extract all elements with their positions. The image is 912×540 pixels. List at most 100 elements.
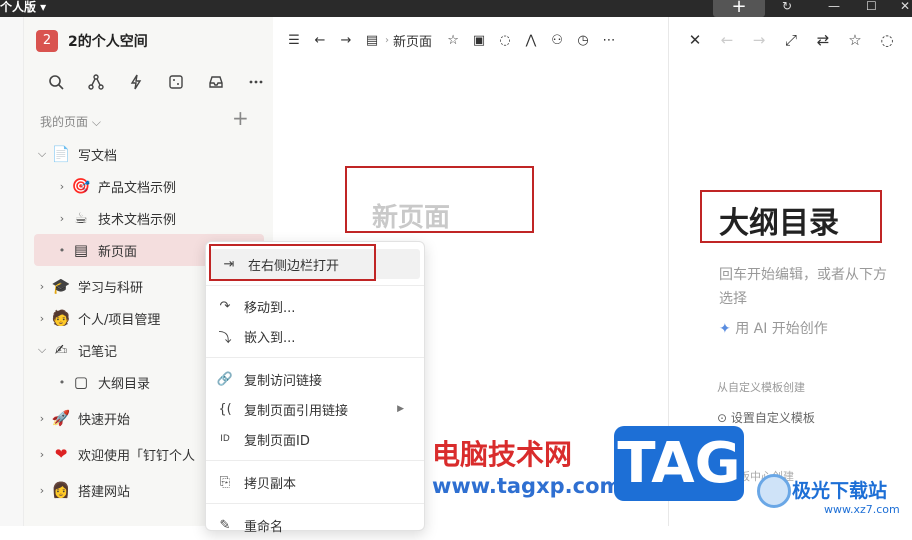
new-tab-button[interactable]: + xyxy=(713,0,765,17)
workspace-header[interactable]: 2 2的个人空间 xyxy=(36,30,148,52)
bullet-icon: • xyxy=(58,243,66,257)
doc-icon: 📄 xyxy=(51,145,71,163)
minimize-icon[interactable]: — xyxy=(828,0,840,13)
sparkle-icon: ✦ xyxy=(719,321,731,337)
forward-icon[interactable]: → xyxy=(743,31,775,49)
close-icon[interactable]: ✕ xyxy=(679,31,711,49)
rocket-icon: 🚀 xyxy=(51,409,71,427)
back-icon[interactable]: ← xyxy=(307,33,333,48)
page-icon: ▤ xyxy=(73,241,89,259)
edit-hint: 回车开始编辑，或者从下方选择 xyxy=(719,267,887,307)
expand-icon[interactable]: › xyxy=(34,412,50,425)
menu-move-to[interactable]: ↷ 移动到... xyxy=(206,291,424,321)
ai-create-link[interactable]: ✦ 用 AI 开始创作 xyxy=(719,318,828,338)
add-page-button[interactable]: + xyxy=(232,106,249,130)
menu-item-label: 重命名 xyxy=(244,519,284,535)
comment-icon[interactable]: ◌ xyxy=(492,33,518,48)
version-selector[interactable]: 个人版 ▾ xyxy=(0,0,46,15)
present-icon[interactable]: ▣ xyxy=(466,33,492,48)
link-icon: 🔗 xyxy=(216,371,234,387)
expand-icon[interactable]: › xyxy=(34,280,50,293)
tree-item-label: 搭建网站 xyxy=(78,484,131,500)
template-heading: 从自定义模板创建 xyxy=(717,381,805,394)
sidebar-toolbar xyxy=(36,72,276,92)
expand-icon[interactable]: › xyxy=(54,212,70,225)
reference-icon: {( xyxy=(218,401,232,417)
star-icon[interactable]: ☆ xyxy=(839,31,871,49)
menu-divider xyxy=(206,460,424,461)
id-icon: ID xyxy=(220,434,230,444)
copy-icon: ⎘ xyxy=(219,474,231,490)
menu-item-label: 复制页面引用链接 xyxy=(244,403,349,419)
heart-icon: ❤ xyxy=(54,445,68,463)
inbox-icon[interactable] xyxy=(196,72,236,92)
expand-icon[interactable]: › xyxy=(34,312,50,325)
target-icon: 🎯 xyxy=(71,177,91,195)
forward-icon[interactable]: → xyxy=(333,33,359,48)
swap-icon[interactable]: ⇄ xyxy=(807,31,839,49)
expand-icon[interactable]: › xyxy=(34,448,50,461)
more-icon[interactable] xyxy=(236,72,276,92)
menu-copy-link[interactable]: 🔗 复制访问链接 xyxy=(206,364,424,394)
workspace-badge: 2 xyxy=(36,30,58,52)
title-bar: 个人版 ▾ + ↻ — ☐ ✕ xyxy=(0,0,912,17)
back-icon[interactable]: ← xyxy=(711,31,743,49)
tree-item-label: 新页面 xyxy=(98,244,138,260)
menu-embed-to[interactable]: ⤵ 嵌入到... xyxy=(206,321,424,351)
menu-divider xyxy=(206,357,424,358)
grid-icon[interactable] xyxy=(156,72,196,92)
context-menu: ⇥ 在右侧边栏打开 ↷ 移动到... ⤵ 嵌入到... 🔗 复制访问链接 {(复制页面引… xyxy=(205,241,425,535)
menu-copy-page-id[interactable]: ID 复制页面ID xyxy=(206,424,424,454)
highlight-box xyxy=(700,190,882,243)
flash-icon[interactable] xyxy=(116,72,156,92)
star-icon[interactable]: ☆ xyxy=(440,33,466,48)
edit-icon: ✎ xyxy=(219,517,231,533)
close-window-icon[interactable]: ✕ xyxy=(900,0,910,13)
tree-item-label: 记笔记 xyxy=(78,344,118,360)
woman-icon: 👩 xyxy=(51,481,71,499)
menu-copy-ref-link[interactable]: {( 复制页面引用链接 ▶ xyxy=(206,394,424,424)
main-toolbar: ☰ ← → ▤ › 新页面 ☆ ▣ ◌ ⋀ ⚇ ◷ ⋯ xyxy=(281,31,622,50)
submenu-arrow-icon: ▶ xyxy=(397,404,404,414)
expand-icon[interactable]: › xyxy=(54,180,70,193)
watermark-brand-url: www.xz7.com xyxy=(824,503,900,516)
menu-icon[interactable]: ☰ xyxy=(281,33,307,48)
history-icon[interactable]: ◷ xyxy=(570,33,596,48)
tree-item-label: 快速开始 xyxy=(78,412,131,428)
brand-logo-icon xyxy=(757,474,791,508)
watermark-brand: 极光下载站 xyxy=(792,480,888,502)
more-icon[interactable]: ⋯ xyxy=(596,33,622,48)
expand-icon[interactable]: ⤢ xyxy=(775,31,807,49)
expand-icon[interactable]: ⌵ xyxy=(34,343,50,357)
search-icon[interactable] xyxy=(36,72,76,92)
breadcrumb-separator-icon: › xyxy=(385,35,389,46)
menu-item-label: 拷贝副本 xyxy=(244,476,297,492)
sync-icon[interactable]: ↻ xyxy=(782,0,792,13)
menu-rename[interactable]: ✎ 重命名 xyxy=(206,510,424,540)
highlight-box xyxy=(209,244,376,281)
tree-item-product-docs[interactable]: › 🎯 产品文档示例 xyxy=(34,170,264,202)
comment-icon[interactable]: ◌ xyxy=(871,31,903,49)
tree-item-tech-docs[interactable]: › ☕ 技术文档示例 xyxy=(34,202,264,234)
my-pages-header[interactable]: 我的页面 ⌵ xyxy=(40,113,101,130)
tree-item-label: 欢迎使用「钉钉个人 xyxy=(78,448,196,464)
tree-item-label: 个人/项目管理 xyxy=(78,312,161,328)
bullet-icon: • xyxy=(58,375,66,389)
expand-icon[interactable]: ⌵ xyxy=(34,147,50,161)
workspace-name: 2的个人空间 xyxy=(68,34,148,50)
expand-icon[interactable]: › xyxy=(34,484,50,497)
menu-item-label: 移动到... xyxy=(244,300,296,316)
share-user-icon[interactable]: ⚇ xyxy=(544,33,570,48)
menu-item-label: 嵌入到... xyxy=(244,330,296,346)
left-strip xyxy=(0,17,24,526)
maximize-icon[interactable]: ☐ xyxy=(866,0,877,13)
menu-duplicate[interactable]: ⎘ 拷贝副本 xyxy=(206,467,424,497)
writing-hand-icon: ✍ xyxy=(54,341,68,359)
set-template-link[interactable]: ⊙ 设置自定义模板 xyxy=(717,409,815,426)
tree-item-write-docs[interactable]: ⌵ 📄 写文档 xyxy=(34,138,264,170)
graph-icon[interactable] xyxy=(76,72,116,92)
person-icon: 🧑 xyxy=(51,309,71,327)
graph-icon[interactable]: ⋀ xyxy=(518,33,544,48)
page-icon: ▢ xyxy=(73,373,89,391)
breadcrumb[interactable]: 新页面 xyxy=(393,31,432,50)
